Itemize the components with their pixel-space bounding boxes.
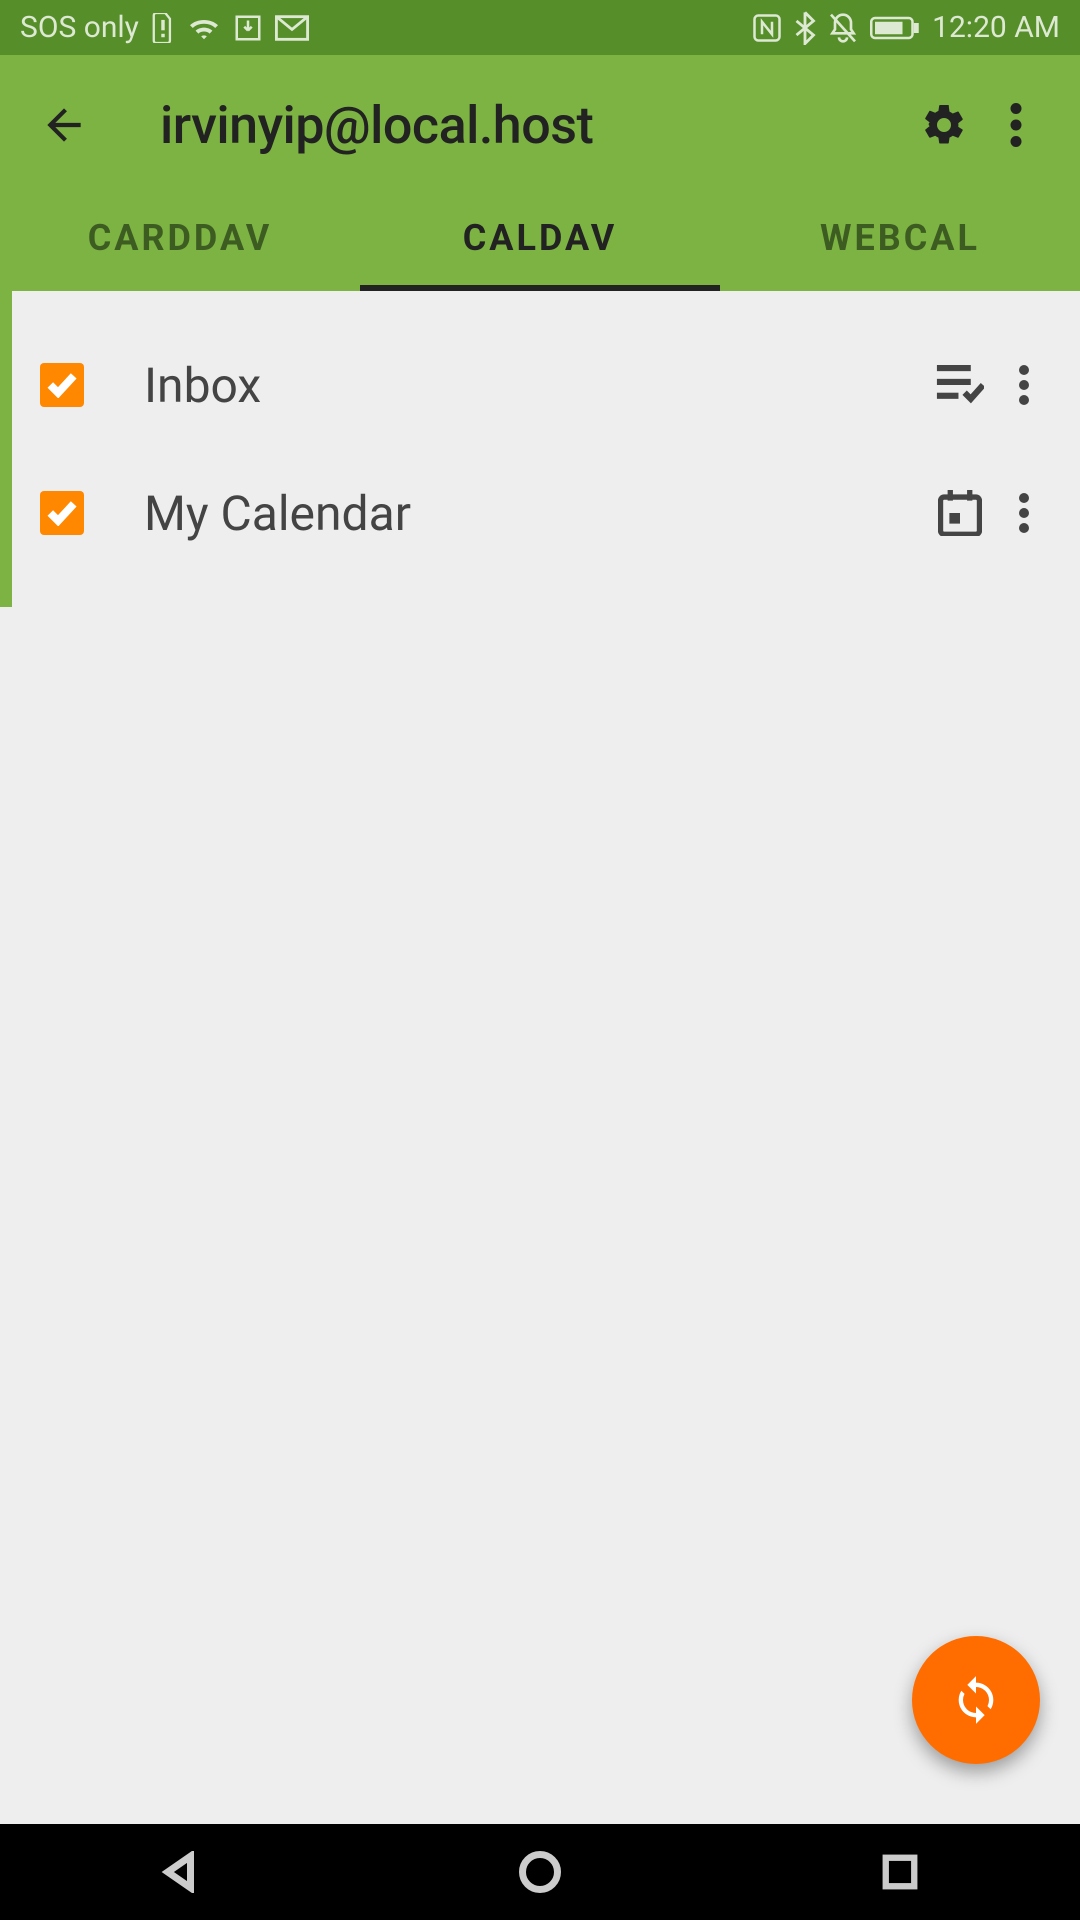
- wifi-icon: [187, 14, 221, 42]
- calendar-icon: [938, 490, 982, 536]
- tab-caldav[interactable]: CALDAV: [360, 185, 720, 291]
- tab-webcal[interactable]: WEBCAL: [720, 185, 1080, 291]
- item-label: Inbox: [84, 357, 924, 414]
- more-vert-icon: [1010, 103, 1022, 147]
- network-status-text: SOS only: [20, 10, 139, 45]
- tasks-icon: [936, 365, 984, 405]
- sync-checkbox[interactable]: [40, 491, 84, 535]
- settings-button[interactable]: [908, 89, 980, 161]
- collection-list: Inbox My Calendar: [0, 291, 1080, 607]
- account-title: irvinyip@local.host: [100, 95, 908, 156]
- overflow-menu-button[interactable]: [980, 89, 1052, 161]
- sync-checkbox[interactable]: [40, 363, 84, 407]
- gear-icon: [920, 101, 968, 149]
- sim-alert-icon: [151, 13, 175, 43]
- download-icon: [233, 13, 263, 43]
- battery-icon: [870, 15, 920, 41]
- back-button[interactable]: [28, 89, 100, 161]
- dnd-off-icon: [828, 12, 858, 44]
- item-label: My Calendar: [84, 485, 924, 542]
- check-icon: [46, 372, 78, 398]
- list-item[interactable]: Inbox: [0, 321, 1080, 449]
- list-item[interactable]: My Calendar: [0, 449, 1080, 577]
- mail-icon: [275, 15, 309, 41]
- status-bar: SOS only: [0, 0, 1080, 55]
- nav-home-button[interactable]: [480, 1836, 600, 1908]
- triangle-back-icon: [159, 1851, 201, 1893]
- nav-recent-button[interactable]: [840, 1836, 960, 1908]
- check-icon: [46, 500, 78, 526]
- system-nav-bar: [0, 1824, 1080, 1920]
- sync-icon: [950, 1674, 1002, 1726]
- sync-fab[interactable]: [912, 1636, 1040, 1764]
- item-menu-button[interactable]: [996, 349, 1052, 421]
- item-type-button[interactable]: [924, 477, 996, 549]
- clock-text: 12:20 AM: [932, 10, 1060, 45]
- app-bar: irvinyip@local.host CARDDAV CALDAV WEBCA…: [0, 55, 1080, 291]
- square-recent-icon: [881, 1853, 919, 1891]
- content-area: Inbox My Calendar: [0, 291, 1080, 1824]
- bluetooth-icon: [794, 11, 816, 45]
- tab-carddav[interactable]: CARDDAV: [0, 185, 360, 291]
- status-right: 12:20 AM: [752, 10, 1060, 45]
- more-vert-icon: [1019, 493, 1029, 533]
- tab-bar: CARDDAV CALDAV WEBCAL: [0, 185, 1080, 291]
- nfc-icon: [752, 13, 782, 43]
- arrow-back-icon: [39, 100, 89, 150]
- item-menu-button[interactable]: [996, 477, 1052, 549]
- nav-back-button[interactable]: [120, 1836, 240, 1908]
- circle-home-icon: [519, 1851, 561, 1893]
- status-left: SOS only: [20, 10, 309, 45]
- more-vert-icon: [1019, 365, 1029, 405]
- item-type-button[interactable]: [924, 349, 996, 421]
